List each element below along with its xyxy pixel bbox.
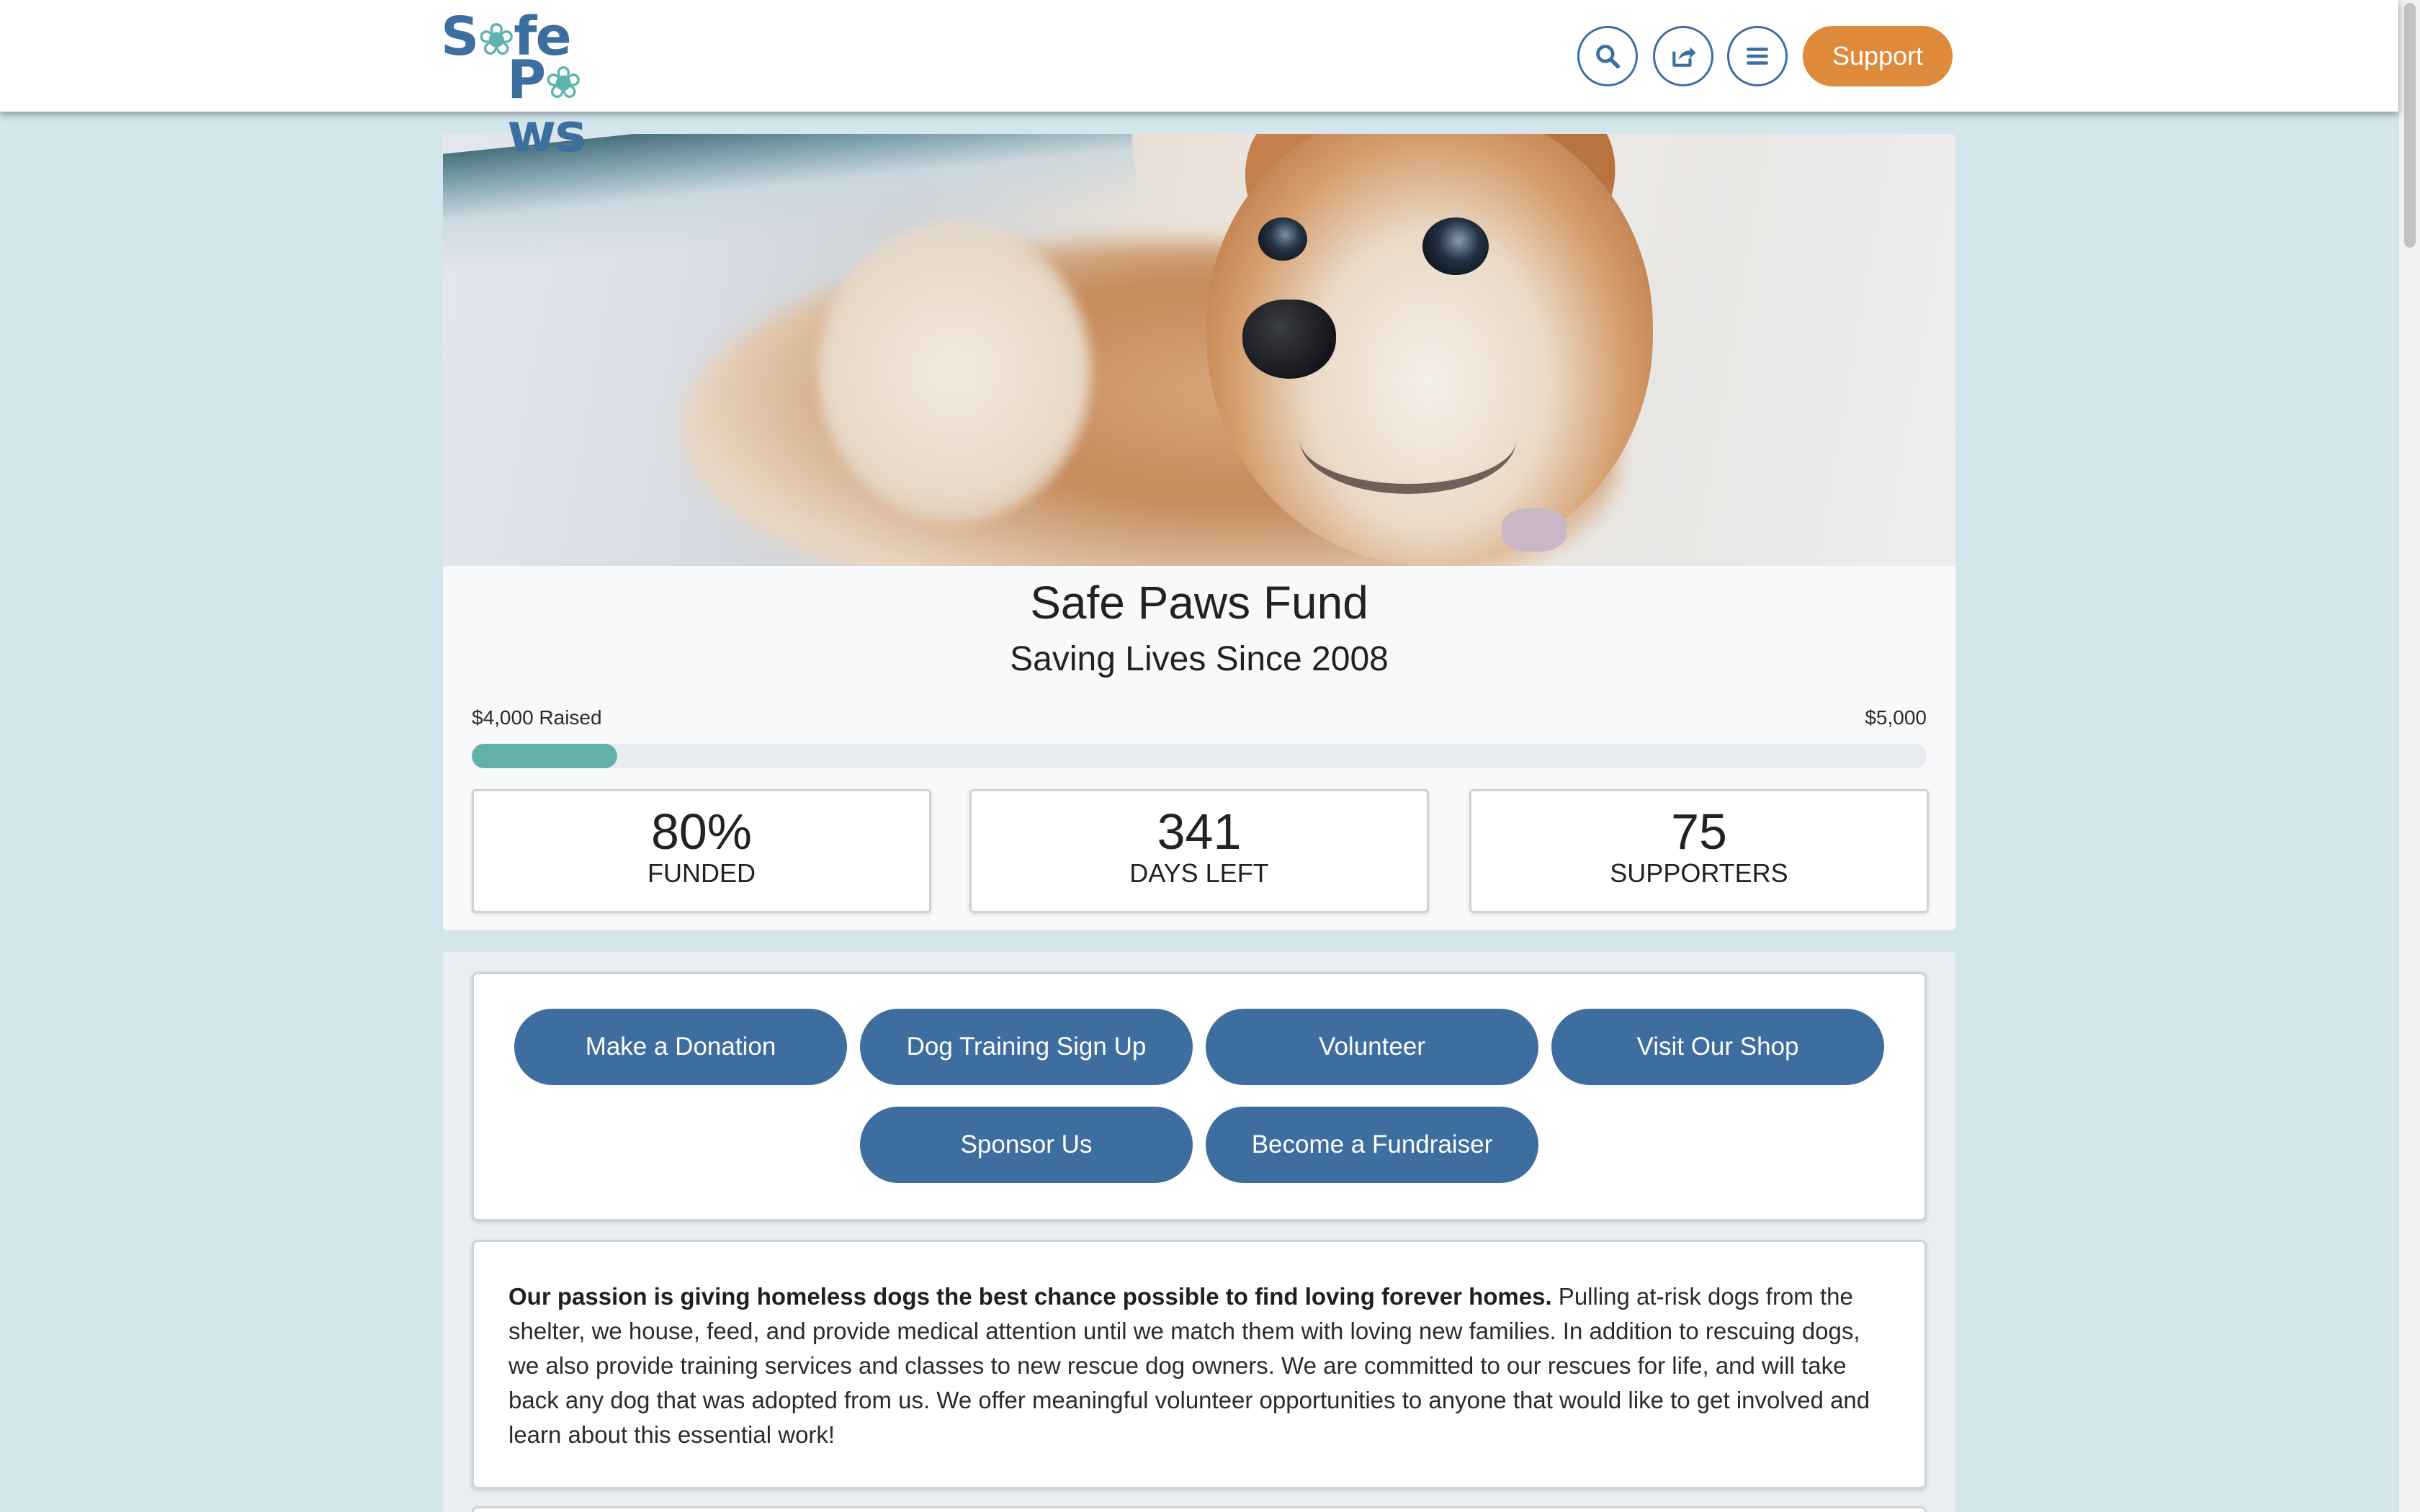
menu-button[interactable] xyxy=(1727,26,1788,86)
action-buttons-panel: Make a Donation Dog Training Sign Up Vol… xyxy=(472,972,1927,1221)
stat-value: 80% xyxy=(650,804,753,860)
sponsor-us-button[interactable]: Sponsor Us xyxy=(860,1107,1193,1183)
site-header: S❀fe P❀ws Support xyxy=(0,0,2398,160)
visit-shop-button[interactable]: Visit Our Shop xyxy=(1551,1009,1884,1085)
dog-training-signup-button[interactable]: Dog Training Sign Up xyxy=(860,1009,1193,1085)
volunteer-button[interactable]: Volunteer xyxy=(1206,1009,1538,1085)
support-button[interactable]: Support xyxy=(1803,26,1953,86)
next-panel xyxy=(472,1506,1927,1512)
content-card: Make a Donation Dog Training Sign Up Vol… xyxy=(443,952,1955,1512)
stat-days-left: 341 DAYS LEFT xyxy=(969,789,1429,913)
about-paragraph: Our passion is giving homeless dogs the … xyxy=(508,1279,1890,1452)
fund-subtitle: Saving Lives Since 2008 xyxy=(1010,640,1389,678)
hero-dog-photo xyxy=(443,134,1955,566)
make-donation-button[interactable]: Make a Donation xyxy=(514,1009,847,1085)
share-button[interactable] xyxy=(1653,26,1713,86)
stat-label: FUNDED xyxy=(647,858,756,888)
search-icon xyxy=(1596,45,1621,69)
menu-icon xyxy=(1747,48,1768,65)
funding-progress-bar xyxy=(472,744,1927,768)
stat-supporters: 75 SUPPORTERS xyxy=(1469,789,1929,913)
stat-value: 341 xyxy=(1157,804,1242,860)
stat-value: 75 xyxy=(1671,804,1727,860)
about-panel: Our passion is giving homeless dogs the … xyxy=(472,1240,1927,1489)
fund-card: Safe Paws Fund Saving Lives Since 2008 $… xyxy=(443,134,1955,930)
scrollbar-thumb[interactable] xyxy=(2404,3,2416,248)
share-icon xyxy=(1672,47,1696,67)
page-scrollbar[interactable] xyxy=(2398,0,2420,1512)
safe-paws-logo[interactable]: S❀fe P❀ws xyxy=(441,10,650,160)
goal-amount: $5,000 xyxy=(1865,706,1927,729)
funding-progress-fill xyxy=(472,744,617,768)
search-button[interactable] xyxy=(1577,26,1638,86)
stat-funded: 80% FUNDED xyxy=(472,789,931,913)
logo-line-2: P❀ws xyxy=(507,49,586,164)
stat-label: DAYS LEFT xyxy=(1129,858,1269,888)
fund-title: Safe Paws Fund xyxy=(1030,577,1368,629)
about-lead: Our passion is giving homeless dogs the … xyxy=(508,1283,1552,1310)
raised-amount: $4,000 Raised xyxy=(472,706,602,729)
stat-label: SUPPORTERS xyxy=(1610,858,1788,888)
become-fundraiser-button[interactable]: Become a Fundraiser xyxy=(1206,1107,1538,1183)
